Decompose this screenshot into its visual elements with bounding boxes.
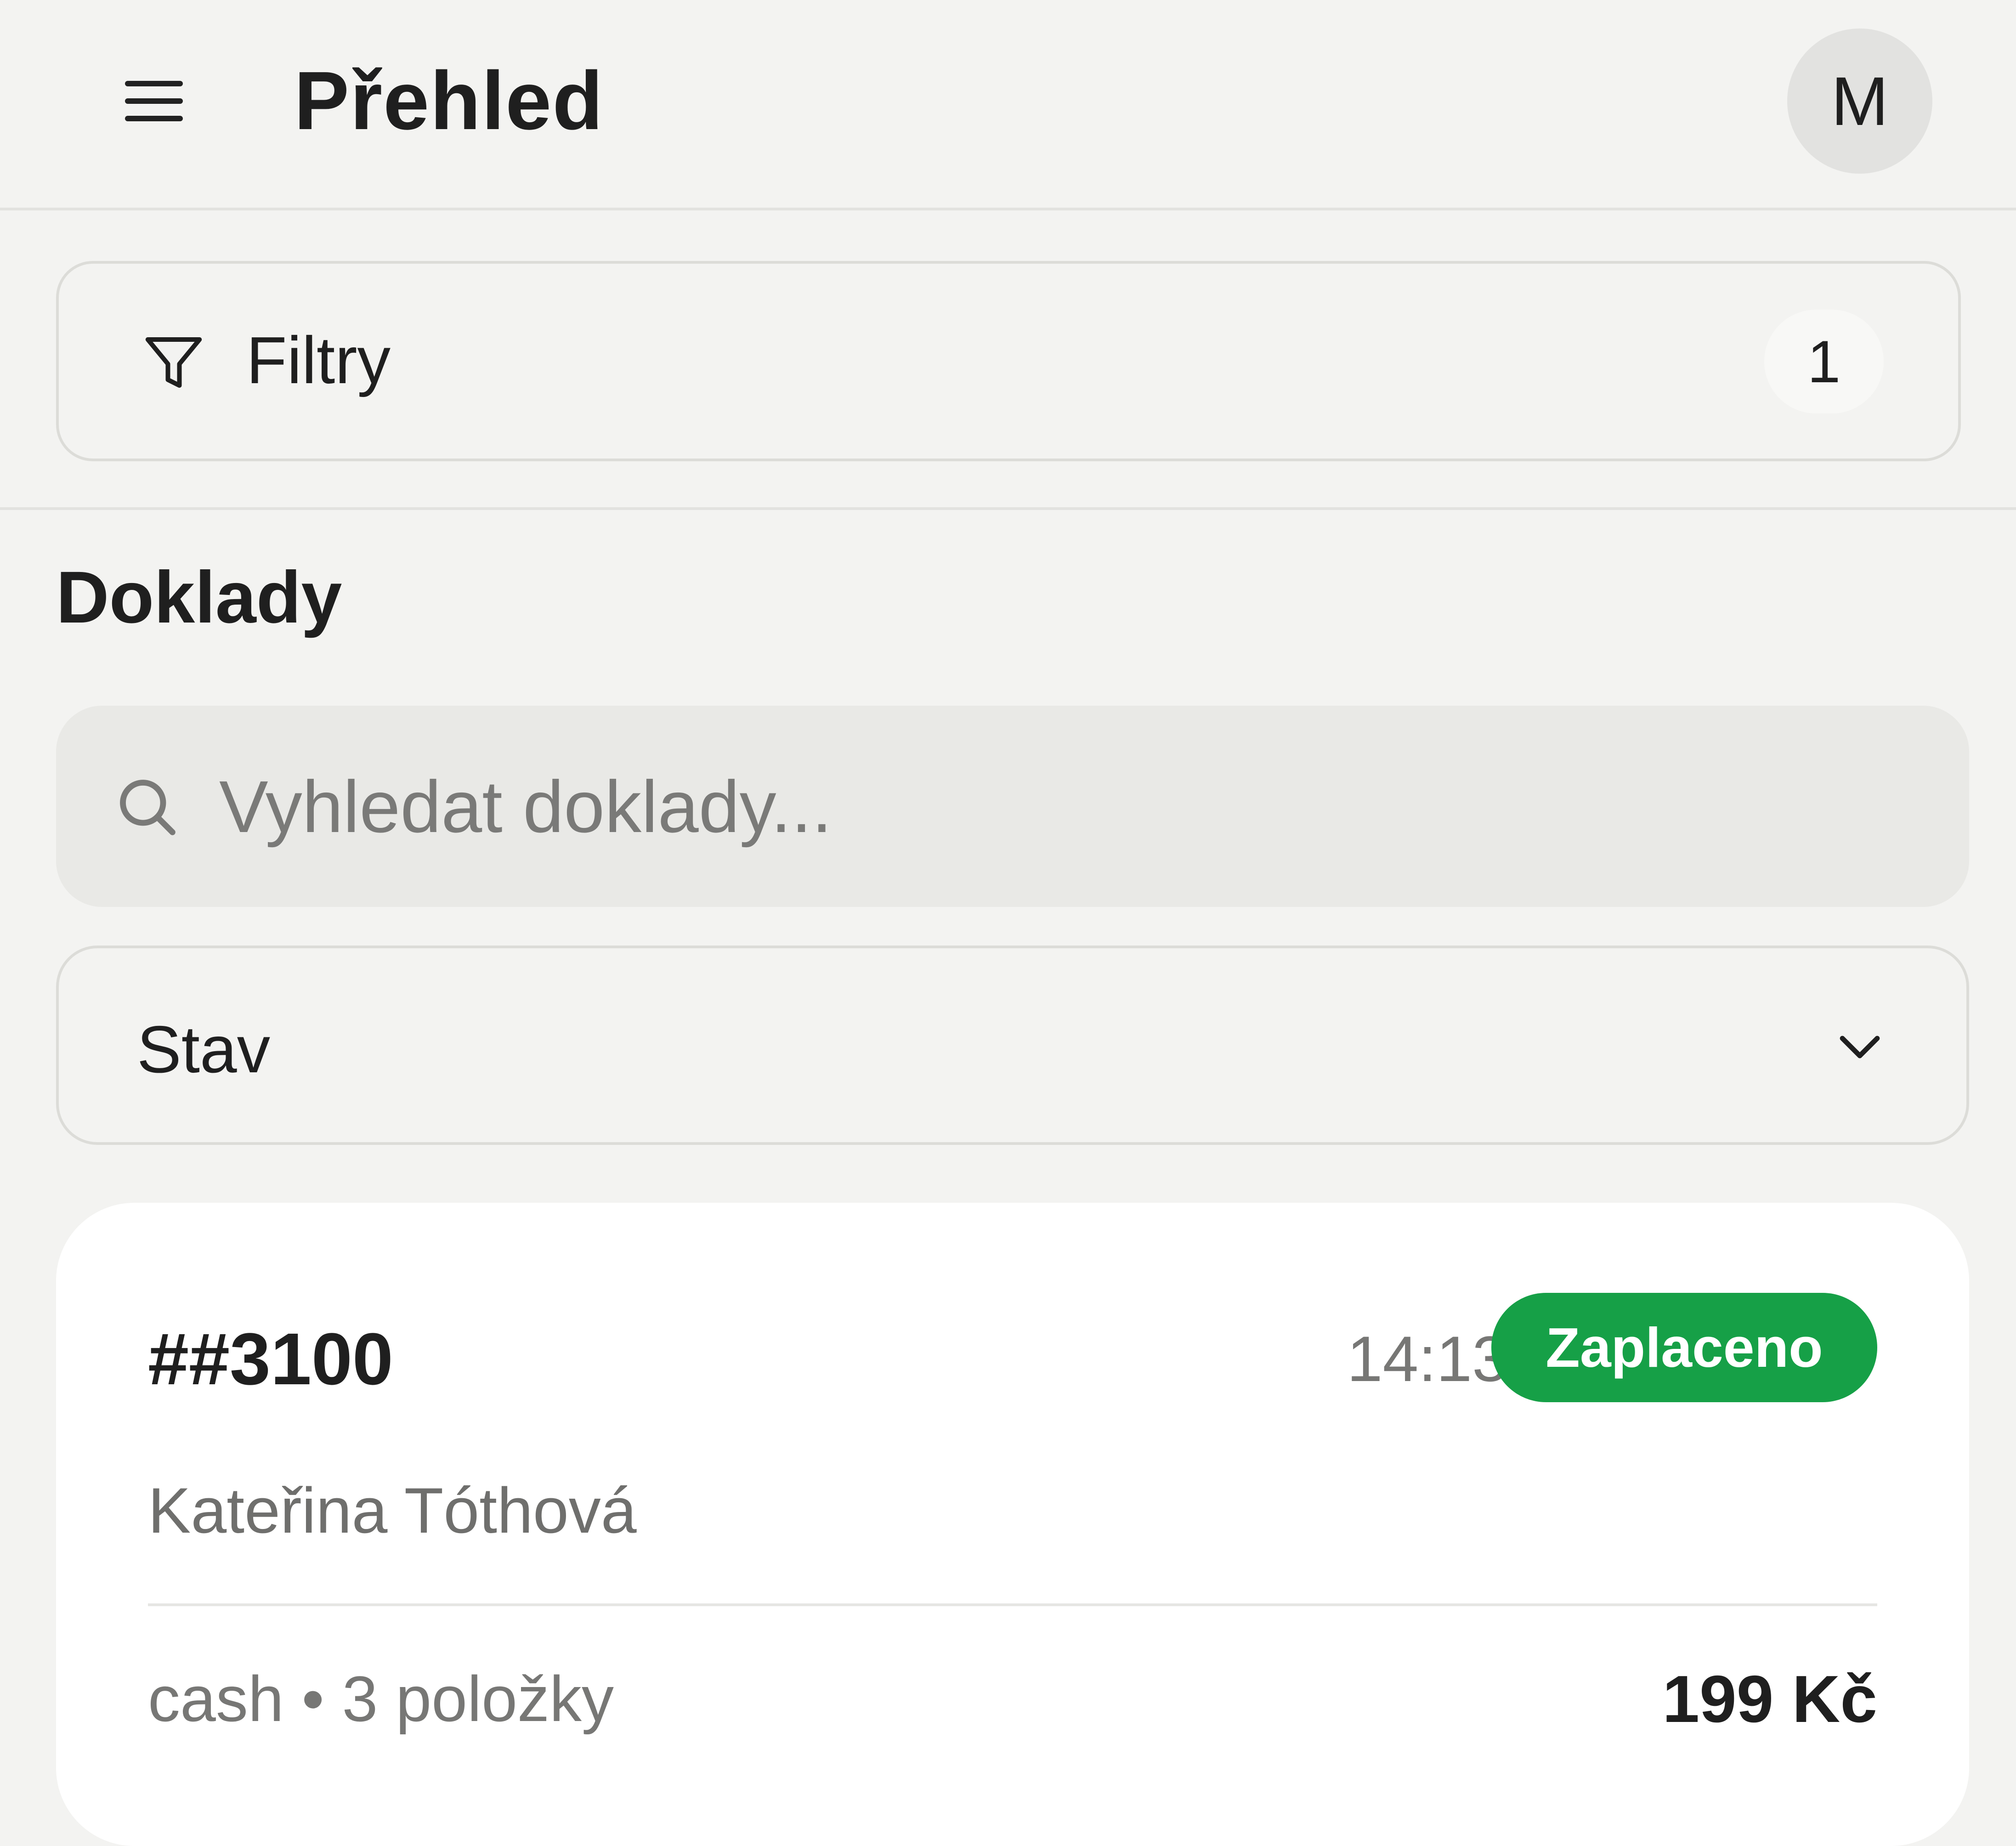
search-icon	[120, 780, 176, 835]
avatar[interactable]: M	[1787, 28, 1932, 174]
filters-button[interactable]: Filtry 1	[56, 261, 1961, 461]
filter-bar: Filtry 1	[0, 210, 2016, 510]
document-card[interactable]: ##3100 14:13 Zaplaceno Kateřina Tóthová …	[56, 1203, 1969, 1846]
payment-method: cash	[148, 1663, 284, 1735]
item-count: 3 položky	[342, 1663, 614, 1735]
menu-line	[125, 81, 183, 86]
status-select[interactable]: Stav	[56, 946, 1969, 1145]
chevron-down-icon	[1840, 1036, 1880, 1059]
menu-line	[125, 98, 183, 104]
document-meta: cash • 3 položky	[148, 1658, 614, 1740]
document-number: ##3100	[148, 1318, 393, 1400]
document-time: 14:13	[1347, 1323, 1508, 1395]
meta-separator: •	[301, 1663, 324, 1735]
card-divider	[148, 1603, 1877, 1606]
app-bar: Přehled M	[0, 0, 2016, 210]
status-badge: Zaplaceno	[1491, 1293, 1877, 1402]
hamburger-menu-icon[interactable]	[119, 74, 188, 129]
customer-name: Kateřina Tóthová	[148, 1474, 637, 1546]
section-title: Doklady	[56, 556, 342, 638]
document-total: 199 Kč	[1662, 1662, 1877, 1736]
filters-label: Filtry	[246, 323, 391, 397]
search-input[interactable]	[219, 752, 1919, 862]
search-box[interactable]	[56, 706, 1969, 907]
page-title: Přehled	[294, 55, 604, 147]
filter-icon	[145, 337, 202, 388]
status-select-value: Stav	[137, 1012, 271, 1087]
menu-line	[125, 116, 183, 121]
active-filter-count-badge: 1	[1764, 310, 1884, 413]
